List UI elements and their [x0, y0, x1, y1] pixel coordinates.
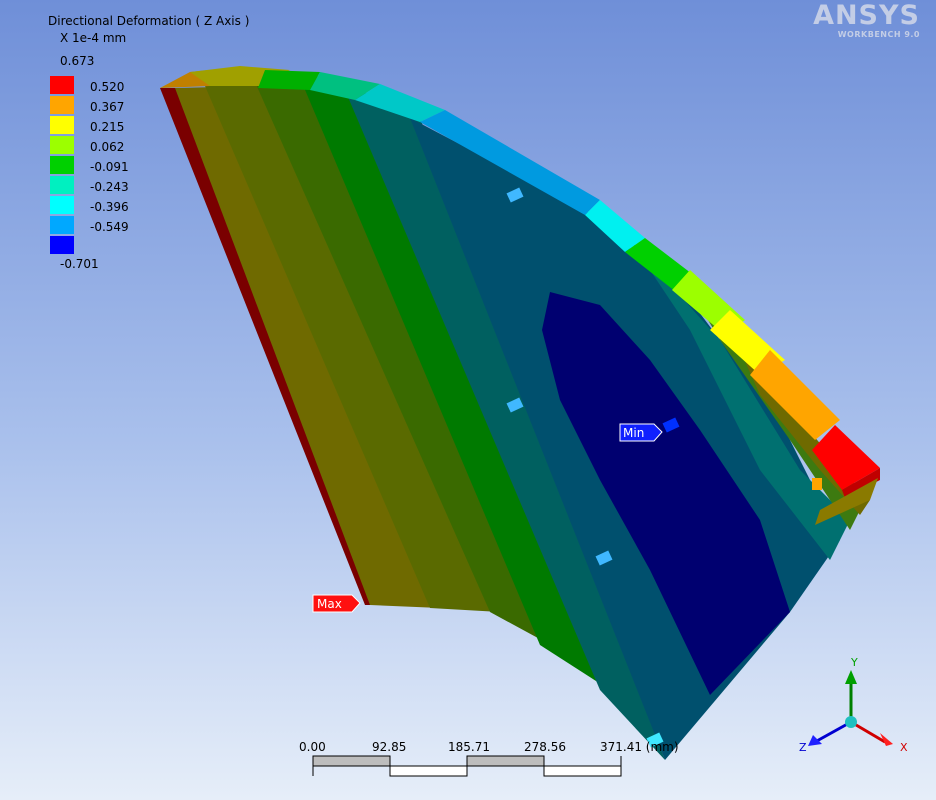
min-marker[interactable]: Min [619, 423, 663, 442]
scale-tick-2: 185.71 [448, 740, 490, 754]
axis-x-label: X [900, 741, 908, 754]
scale-tick-1: 92.85 [372, 740, 407, 754]
load-marker-5 [812, 478, 822, 490]
axis-y-label: Y [850, 656, 858, 669]
scale-tick-0: 0.00 [299, 740, 326, 754]
rim-band-green [258, 70, 320, 90]
axis-z-label: Z [799, 741, 807, 754]
axis-triad[interactable]: Y X Z [799, 656, 908, 754]
scale-tick-3: 278.56 [524, 740, 566, 754]
model-viewport[interactable]: Max Min Y X Z [0, 0, 936, 800]
min-label: Min [623, 426, 644, 440]
scale-tick-4: 371.41 (mm) [600, 740, 679, 754]
max-marker[interactable]: Max [312, 594, 361, 613]
scale-ruler [312, 755, 622, 777]
max-label: Max [317, 597, 342, 611]
